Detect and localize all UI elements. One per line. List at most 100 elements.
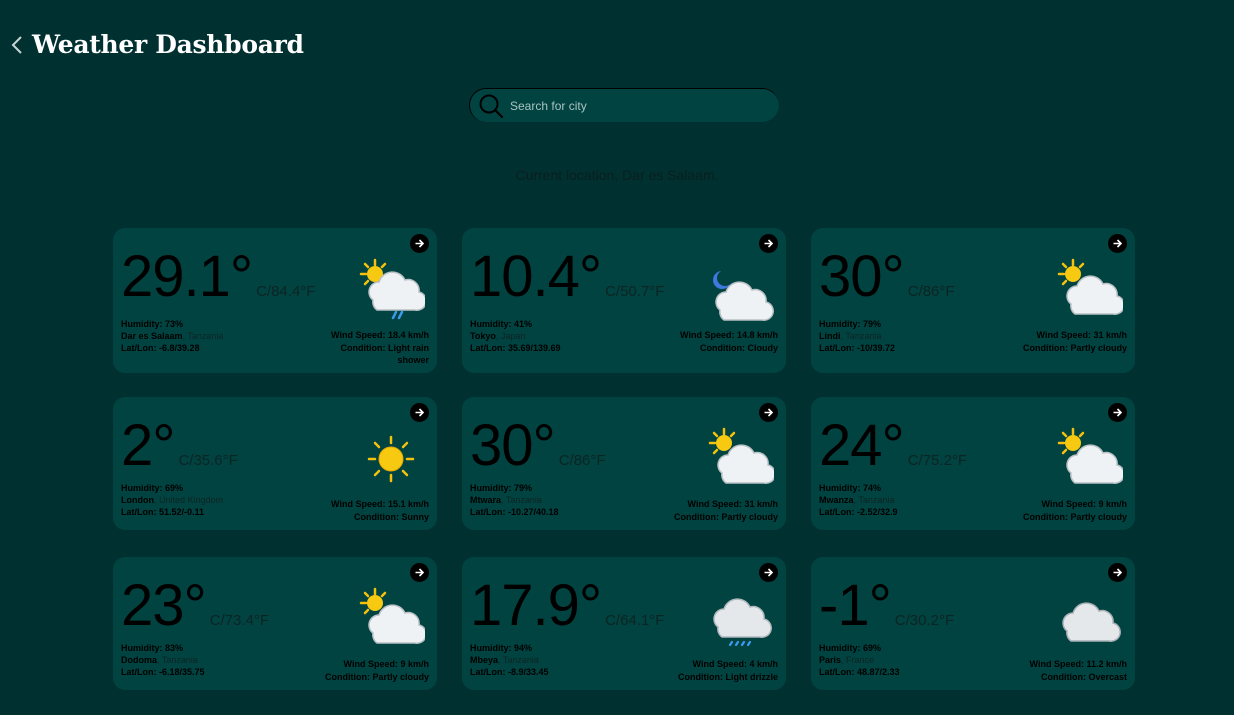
temperature-fahrenheit: C/35.6°F (178, 452, 238, 469)
latlon-label: Lat/Lon: (470, 343, 506, 353)
condition-value: Light rain shower (388, 342, 429, 366)
card-details-left: Humidity: 83% Dodoma, Tanzania Lat/Lon: … (121, 642, 205, 678)
temperature: -1° C/30.2°F (819, 575, 954, 637)
latlon-label: Lat/Lon: (470, 667, 506, 677)
humidity-label: Humidity: (121, 643, 163, 653)
humidity-value: 69% (863, 643, 882, 653)
temperature-fahrenheit: C/86°F (907, 283, 955, 300)
card-details-left: Humidity: 74% Mwanza, Tanzania Lat/Lon: … (819, 482, 898, 518)
weather-dashboard-page: Weather Dashboard Current location, Dar … (0, 0, 1234, 715)
wind-value: 15.1 km/h (387, 499, 429, 509)
open-details-button[interactable] (759, 403, 778, 422)
wind-value: 14.8 km/h (736, 330, 778, 340)
weather-card[interactable]: 30° C/86°F Humidity: 79% Lindi, Tanzania… (811, 228, 1135, 373)
wind-label: Wind Speed: (343, 659, 398, 669)
card-details-right: Wind Speed: 4 km/h Condition: Light driz… (678, 658, 778, 683)
city-name: Dodoma (121, 655, 157, 665)
cloud-drizzle-icon (706, 587, 774, 651)
card-details-left: Humidity: 73% Dar es Salaam, Tanzania La… (121, 318, 223, 354)
humidity-value: 69% (165, 483, 184, 493)
open-details-button[interactable] (1108, 563, 1127, 582)
wind-label: Wind Speed: (331, 499, 386, 509)
humidity-value: 74% (863, 483, 882, 493)
open-details-button[interactable] (1108, 234, 1127, 253)
wind-value: 18.4 km/h (387, 330, 429, 340)
humidity-label: Humidity: (470, 643, 512, 653)
card-details-right: Wind Speed: 9 km/h Condition: Partly clo… (325, 658, 429, 683)
weather-card[interactable]: 10.4° C/50.7°F Humidity: 41% Tokyo, Japa… (462, 228, 786, 373)
open-details-button[interactable] (1108, 403, 1127, 422)
weather-card[interactable]: -1° C/30.2°F Humidity: 69% Paris, France… (811, 557, 1135, 690)
temperature-celsius: 30° (819, 244, 905, 309)
humidity-value: 79% (863, 319, 882, 329)
open-details-button[interactable] (759, 234, 778, 253)
latlon-label: Lat/Lon: (121, 343, 157, 353)
arrow-right-icon (415, 568, 425, 577)
arrow-right-icon (764, 239, 774, 248)
weather-card[interactable]: 30° C/86°F Humidity: 79% Mtwara, Tanzani… (462, 397, 786, 530)
weather-card[interactable]: 23° C/73.4°F Humidity: 83% Dodoma, Tanza… (113, 557, 437, 690)
wind-label: Wind Speed: (1041, 499, 1096, 509)
condition-value: Partly cloudy (372, 671, 429, 682)
temperature-fahrenheit: C/73.4°F (209, 612, 270, 629)
weather-card[interactable]: 17.9° C/64.1°F Humidity: 94% Mbeya, Tanz… (462, 557, 786, 690)
latlon-label: Lat/Lon: (470, 507, 506, 517)
humidity-label: Humidity: (819, 483, 861, 493)
temperature-fahrenheit: C/50.7°F (605, 283, 665, 300)
arrow-right-icon (1113, 239, 1123, 248)
country-name: , Tanzania (853, 495, 895, 505)
temperature-celsius: 29.1° (121, 244, 253, 309)
condition-label: Condition: (673, 511, 719, 522)
moon-cloud-icon (706, 258, 774, 322)
humidity-value: 41% (514, 319, 533, 329)
temperature: 30° C/86°F (470, 415, 606, 477)
card-details-left: Humidity: 94% Mbeya, Tanzania Lat/Lon: -… (470, 642, 549, 678)
condition-label: Condition: (353, 511, 399, 522)
condition-label: Condition: (340, 342, 386, 353)
search-input[interactable] (508, 98, 750, 113)
condition-value: Overcast (1088, 671, 1127, 682)
latlon-value: 35.69/139.69 (508, 343, 561, 353)
temperature: 30° C/86°F (819, 246, 955, 308)
city-name: Mwanza (819, 495, 854, 505)
humidity-value: 73% (165, 319, 184, 329)
weather-card[interactable]: 29.1° C/84.4°F Humidity: 73% Dar es Sala… (113, 228, 437, 373)
country-name: , Tanzania (157, 655, 198, 665)
card-details-right: Wind Speed: 11.2 km/h Condition: Overcas… (1030, 658, 1127, 683)
wind-label: Wind Speed: (692, 659, 747, 669)
back-button[interactable] (8, 31, 26, 59)
open-details-button[interactable] (759, 563, 778, 582)
latlon-value: -10/39.72 (857, 343, 896, 353)
temperature-fahrenheit: C/84.4°F (256, 283, 316, 300)
partly-cloudy-icon (1055, 258, 1125, 322)
open-details-button[interactable] (410, 563, 429, 582)
wind-label: Wind Speed: (1029, 659, 1084, 669)
temperature: 17.9° C/64.1°F (470, 575, 664, 637)
card-details-left: Humidity: 69% Paris, France Lat/Lon: 48.… (819, 642, 900, 678)
chevron-left-icon (11, 35, 22, 54)
condition-value: Partly cloudy (1070, 342, 1127, 353)
card-details-left: Humidity: 79% Mtwara, Tanzania Lat/Lon: … (470, 482, 559, 518)
city-name: London (121, 495, 154, 505)
card-details-right: Wind Speed: 18.4 km/h Condition: Light r… (309, 329, 429, 367)
temperature: 23° C/73.4°F (121, 575, 269, 637)
humidity-value: 94% (514, 643, 533, 653)
arrow-right-icon (764, 408, 774, 417)
country-name: , United Kingdom (154, 495, 224, 505)
humidity-label: Humidity: (819, 643, 861, 653)
search-icon[interactable] (474, 89, 508, 123)
humidity-label: Humidity: (470, 483, 512, 493)
weather-card[interactable]: 24° C/75.2°F Humidity: 74% Mwanza, Tanza… (811, 397, 1135, 530)
temperature: 29.1° C/84.4°F (121, 246, 315, 308)
open-details-button[interactable] (410, 234, 429, 253)
search-bar (469, 88, 779, 122)
city-name: Paris (819, 655, 842, 665)
condition-value: Cloudy (747, 342, 779, 353)
condition-label: Condition: (324, 671, 370, 682)
wind-value: 4 km/h (749, 659, 778, 669)
city-name: Lindi (819, 331, 841, 341)
wind-value: 9 km/h (400, 659, 429, 669)
open-details-button[interactable] (410, 403, 429, 422)
weather-card[interactable]: 2° C/35.6°F Humidity: 69% London, United… (113, 397, 437, 530)
header: Weather Dashboard (8, 30, 304, 59)
